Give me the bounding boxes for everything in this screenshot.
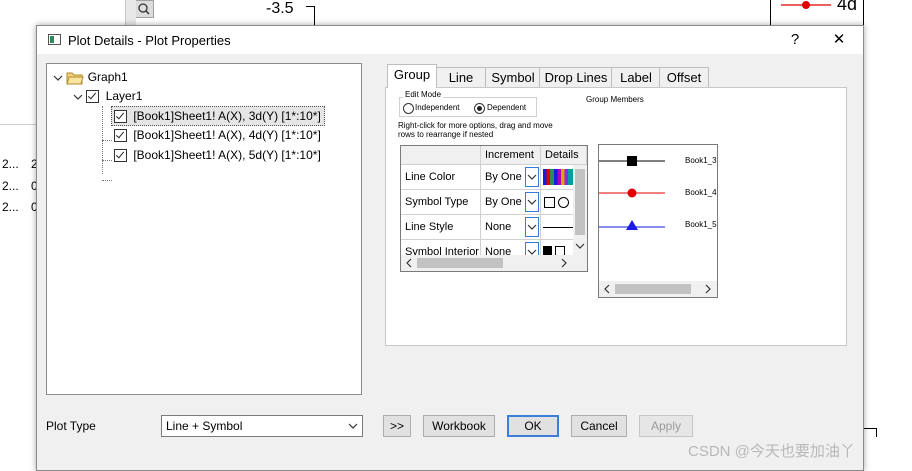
layer-checkbox[interactable] bbox=[86, 90, 100, 104]
apply-button[interactable]: Apply bbox=[639, 415, 693, 437]
member-label: Book1_5 bbox=[685, 220, 717, 229]
tab-label[interactable]: Label bbox=[611, 67, 661, 88]
scroll-right-icon[interactable] bbox=[559, 258, 569, 268]
member-circle-icon bbox=[599, 188, 665, 198]
color-palette-swatch[interactable] bbox=[543, 169, 573, 185]
radio-independent[interactable] bbox=[403, 103, 414, 114]
scroll-thumb[interactable] bbox=[417, 258, 503, 268]
tree-label: Graph1 bbox=[87, 70, 128, 84]
plot-checkbox[interactable] bbox=[114, 129, 127, 143]
folder-open-icon bbox=[66, 72, 85, 85]
dialog-titlebar[interactable]: Plot Details - Plot Properties ? ✕ bbox=[37, 26, 863, 54]
group-members-list[interactable]: Book1_3 Book1_4 Book1_5 bbox=[598, 144, 718, 298]
scroll-down-icon[interactable] bbox=[575, 241, 585, 251]
help-button[interactable]: ? bbox=[775, 29, 815, 51]
plot-type-label: Plot Type bbox=[46, 419, 96, 433]
watermark: CSDN @今天也要加油丫 bbox=[688, 443, 855, 460]
worksheet-divider bbox=[0, 124, 40, 125]
tree-label: [Book1]Sheet1! A(X), 5d(Y) [1*:10*] bbox=[133, 148, 321, 162]
grid-header[interactable]: Details bbox=[541, 146, 587, 165]
tree-item-plot[interactable]: [Book1]Sheet1! A(X), 5d(Y) [1*:10*] bbox=[111, 146, 321, 164]
line-style-icon bbox=[543, 227, 573, 228]
edit-mode-groupbox: Edit Mode Independent Dependent bbox=[399, 90, 537, 117]
expand-button[interactable]: >> bbox=[383, 415, 411, 437]
horizontal-scrollbar[interactable] bbox=[599, 281, 717, 297]
tab-drop-lines[interactable]: Drop Lines bbox=[539, 67, 613, 88]
worksheet-cell: 2... bbox=[2, 179, 19, 193]
chevron-down-icon[interactable] bbox=[348, 422, 358, 430]
tree-item-plot[interactable]: [Book1]Sheet1! A(X), 3d(Y) [1*:10*] bbox=[111, 106, 325, 126]
horizontal-scrollbar[interactable] bbox=[401, 255, 587, 271]
increment-dropdown[interactable] bbox=[525, 167, 539, 187]
grid-header bbox=[401, 146, 481, 165]
scroll-right-icon[interactable] bbox=[703, 284, 713, 294]
worksheet-cell: 2... bbox=[2, 157, 19, 171]
radio-label: Dependent bbox=[487, 103, 527, 112]
grid-row-name: Line Color bbox=[401, 165, 481, 190]
scroll-left-icon[interactable] bbox=[404, 258, 414, 268]
increment-dropdown[interactable] bbox=[525, 192, 539, 212]
app-icon bbox=[48, 34, 61, 45]
tree-connector bbox=[102, 180, 112, 181]
legend-label: 4d bbox=[837, 0, 858, 14]
hint-text: rows to rearrange if nested bbox=[398, 130, 494, 139]
increment-grid[interactable]: Increment Details Line Color By One Symb… bbox=[400, 145, 588, 272]
cancel-button[interactable]: Cancel bbox=[571, 415, 627, 437]
tab-symbol[interactable]: Symbol bbox=[485, 67, 541, 88]
scroll-thumb[interactable] bbox=[575, 169, 585, 235]
tree-item-layer[interactable]: Layer1 bbox=[73, 87, 142, 105]
grid-header[interactable]: Increment bbox=[481, 146, 541, 165]
worksheet-cell: 2... bbox=[2, 200, 19, 214]
square-symbol-icon bbox=[544, 197, 555, 208]
edit-mode-legend: Edit Mode bbox=[403, 90, 444, 99]
legend-symbol-icon bbox=[781, 1, 831, 9]
circle-symbol-icon bbox=[558, 197, 569, 208]
collapse-chevron-icon[interactable] bbox=[53, 73, 63, 83]
collapse-chevron-icon[interactable] bbox=[73, 92, 83, 102]
ok-button[interactable]: OK bbox=[507, 415, 559, 437]
scroll-thumb[interactable] bbox=[615, 284, 691, 294]
increment-dropdown[interactable] bbox=[525, 217, 539, 237]
tab-offset[interactable]: Offset bbox=[659, 67, 709, 88]
plot-checkbox[interactable] bbox=[114, 110, 127, 124]
tree-item-graph[interactable]: Graph1 bbox=[53, 68, 128, 86]
axis-line bbox=[306, 6, 315, 25]
axis-tick-mark bbox=[862, 428, 877, 437]
member-label: Book1_4 bbox=[685, 188, 717, 197]
scroll-left-icon[interactable] bbox=[602, 284, 612, 294]
background-worksheet bbox=[0, 0, 40, 469]
radio-label: Independent bbox=[415, 103, 460, 112]
tree-item-plot[interactable]: [Book1]Sheet1! A(X), 4d(Y) [1*:10*] bbox=[111, 126, 321, 144]
workbook-button[interactable]: Workbook bbox=[423, 415, 495, 437]
group-tab-panel: Edit Mode Independent Dependent Right-cl… bbox=[385, 87, 847, 346]
dialog-title: Plot Details - Plot Properties bbox=[68, 33, 231, 48]
grid-row-name: Line Style bbox=[401, 215, 481, 240]
plot-type-value: Line + Symbol bbox=[166, 419, 243, 433]
hint-text: Right-click for more options, drag and m… bbox=[398, 121, 553, 130]
group-members-label: Group Members bbox=[586, 95, 644, 104]
plot-tree[interactable]: Graph1 Layer1 [Book1]Sheet1! A(X), 3d(Y)… bbox=[46, 63, 362, 395]
radio-dependent[interactable] bbox=[474, 103, 485, 114]
close-button[interactable]: ✕ bbox=[819, 29, 859, 51]
tab-group[interactable]: Group bbox=[387, 64, 437, 88]
member-triangle-icon bbox=[599, 220, 665, 230]
plot-type-select[interactable]: Line + Symbol bbox=[161, 415, 363, 437]
vertical-scrollbar[interactable] bbox=[573, 165, 587, 255]
plot-checkbox[interactable] bbox=[114, 149, 127, 163]
tree-label: Layer1 bbox=[105, 89, 143, 103]
filled-square-icon bbox=[543, 246, 552, 255]
member-square-icon bbox=[599, 156, 665, 166]
zoom-tool-icon[interactable] bbox=[134, 0, 154, 18]
axis-tick-label: -3.5 bbox=[266, 0, 294, 17]
member-label: Book1_3 bbox=[685, 156, 717, 165]
grid-row-name: Symbol Type bbox=[401, 190, 481, 215]
tree-label: [Book1]Sheet1! A(X), 4d(Y) [1*:10*] bbox=[133, 128, 321, 142]
plot-details-dialog: Plot Details - Plot Properties ? ✕ Graph… bbox=[36, 25, 864, 471]
tree-label: [Book1]Sheet1! A(X), 3d(Y) [1*:10*] bbox=[133, 109, 321, 123]
tab-line[interactable]: Line bbox=[435, 67, 487, 88]
